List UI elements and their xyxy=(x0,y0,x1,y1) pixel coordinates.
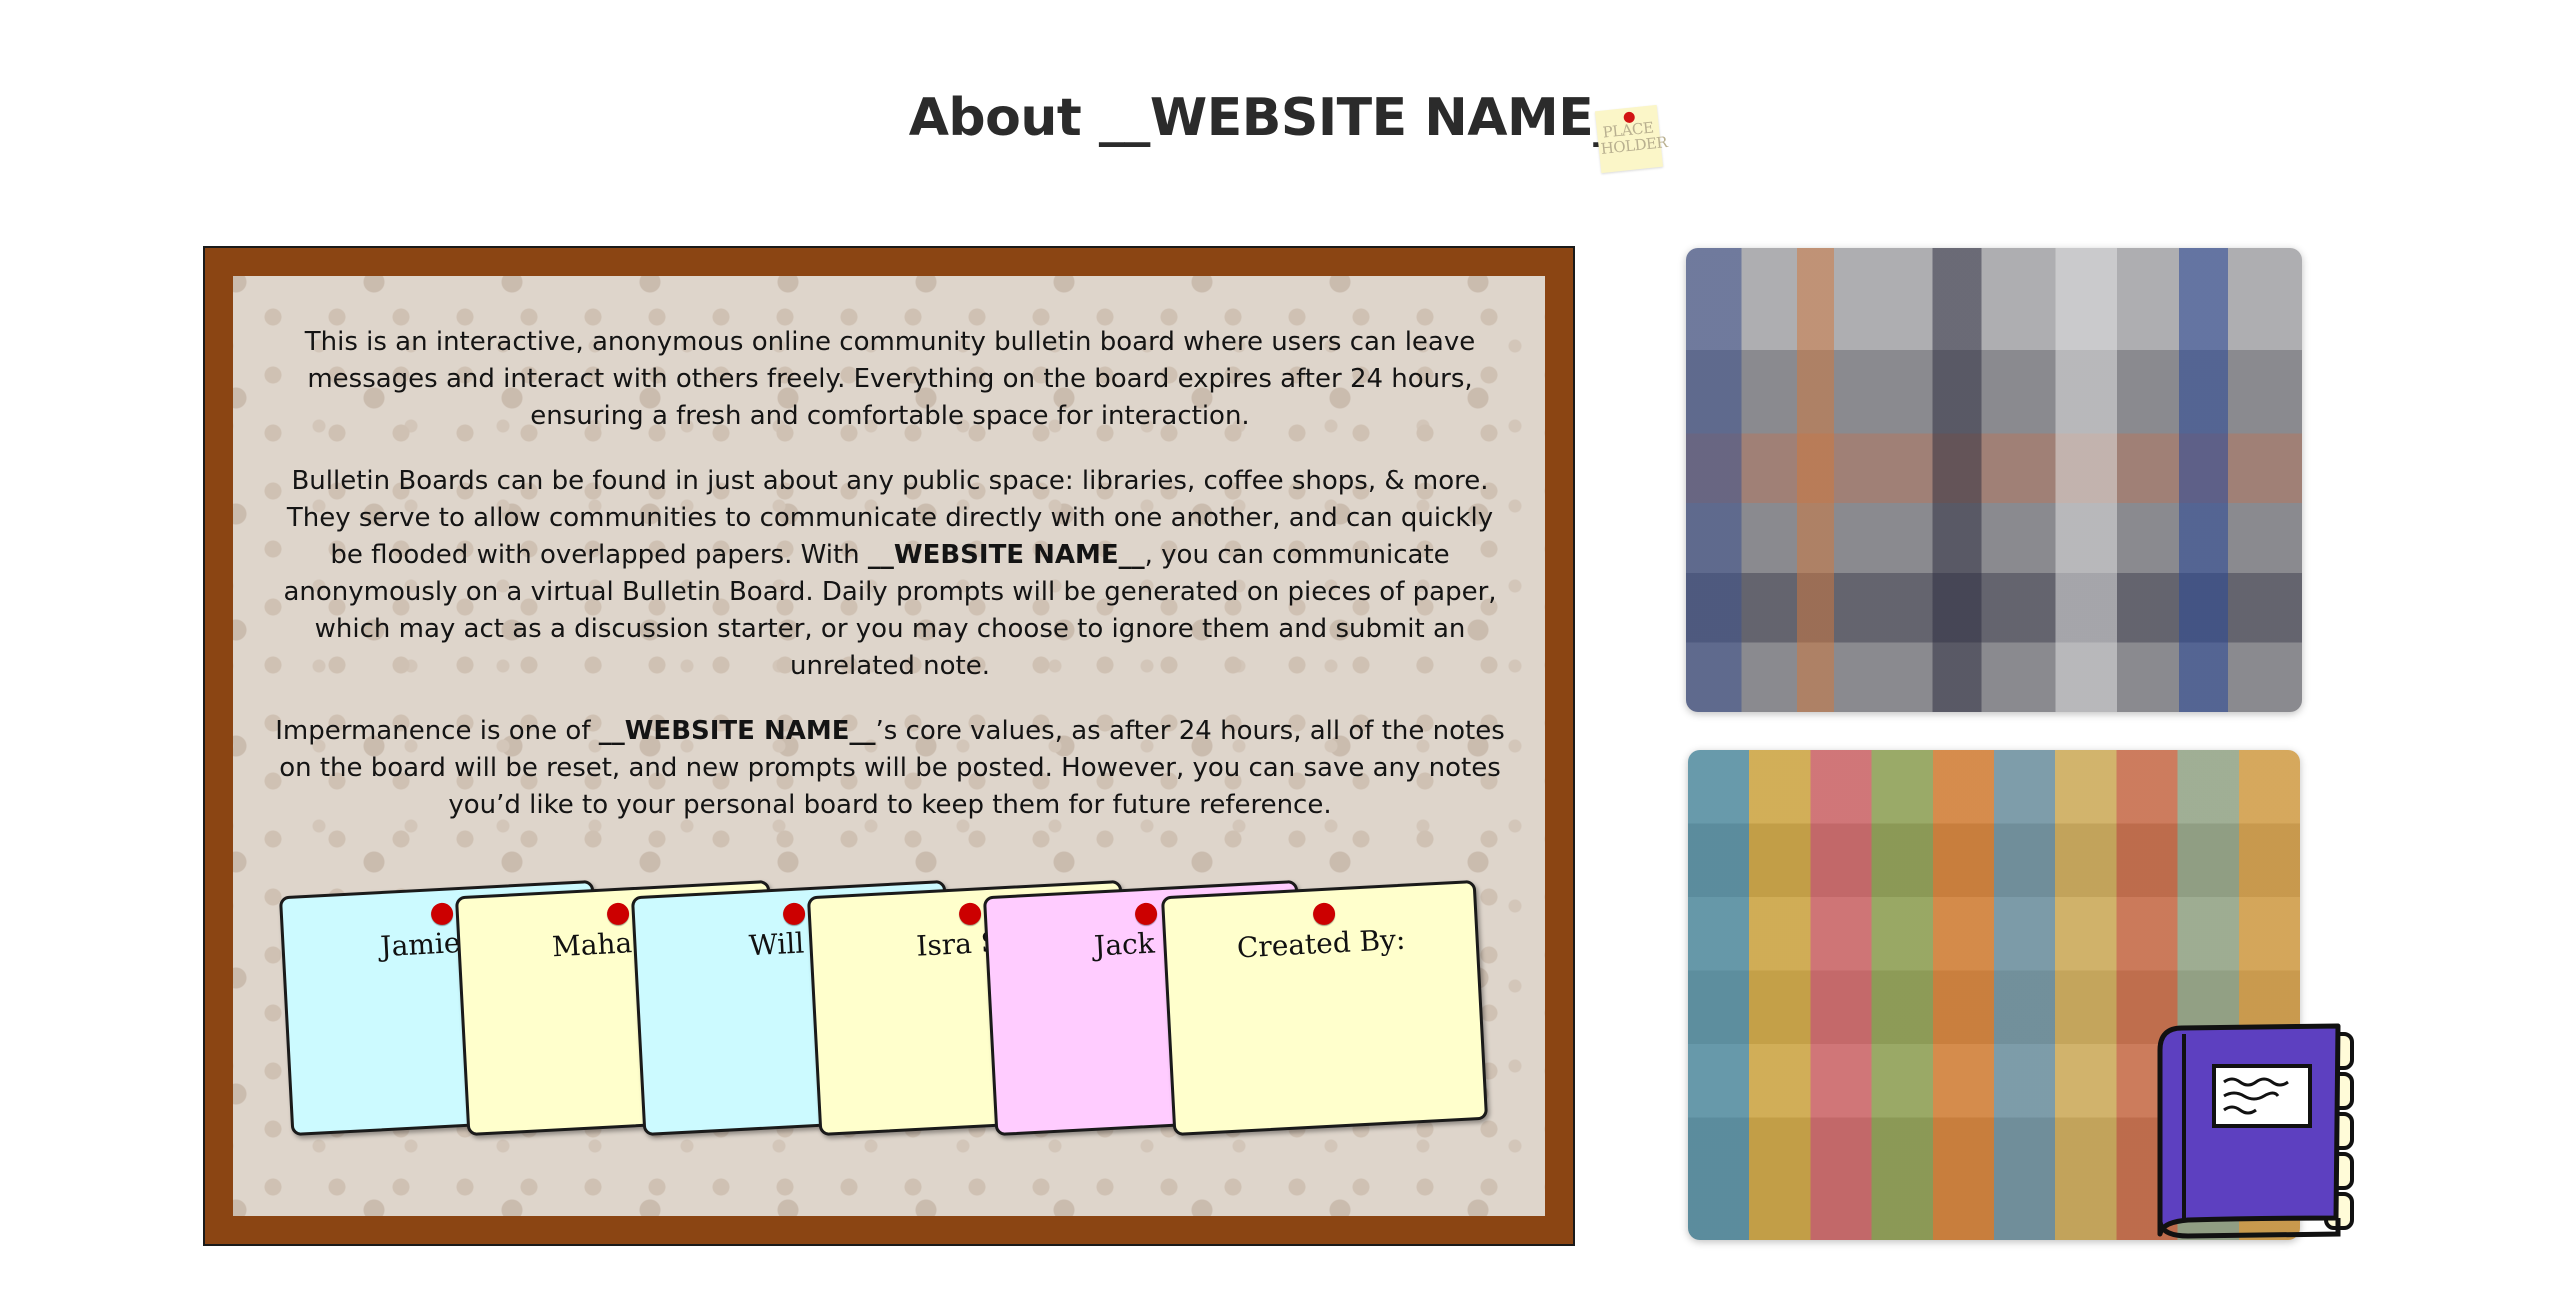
bulletin-board: This is an interactive, anonymous online… xyxy=(203,246,1575,1246)
pin-icon xyxy=(430,902,454,926)
cork-surface: This is an interactive, anonymous online… xyxy=(233,276,1545,1216)
about-paragraph-1: This is an interactive, anonymous online… xyxy=(304,327,1476,431)
pin-icon xyxy=(958,902,982,926)
created-by-note[interactable]: Created By: xyxy=(1160,879,1489,1137)
website-name: __WEBSITE NAME__ xyxy=(598,716,876,746)
page-title: About __WEBSITE NAME__ xyxy=(908,88,1645,148)
about-text: This is an interactive, anonymous online… xyxy=(275,324,1505,852)
website-name: __WEBSITE NAME__ xyxy=(867,540,1145,570)
about-paragraph-2: Bulletin Boards can be found in just abo… xyxy=(283,466,1497,681)
placeholder-sticker: PLACE HOLDER xyxy=(1594,104,1669,174)
about-paragraph-3: Impermanence is one of __WEBSITE NAME__’… xyxy=(275,716,1505,820)
pin-icon xyxy=(1134,902,1158,926)
pin-icon xyxy=(782,902,806,926)
placeholder-sticker-text: PLACE HOLDER xyxy=(1599,118,1669,158)
pin-icon xyxy=(606,902,630,926)
flyer-board-photo xyxy=(1686,248,2302,712)
notebook-icon[interactable] xyxy=(2148,1022,2364,1242)
created-by-label: Created By: xyxy=(1236,922,1407,965)
pin-icon xyxy=(1312,902,1336,926)
